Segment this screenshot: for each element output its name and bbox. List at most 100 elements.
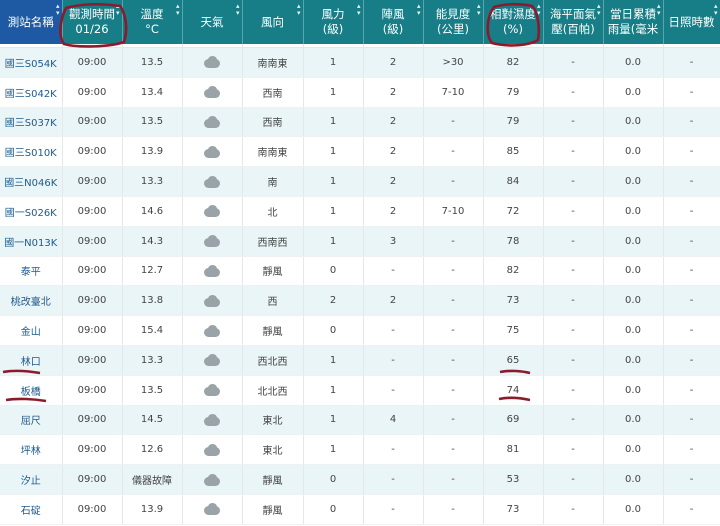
cell-humidity: 53 bbox=[483, 464, 544, 495]
cell-station[interactable]: 國一S026K bbox=[0, 196, 63, 227]
cell-station[interactable]: 國一N013K bbox=[0, 226, 63, 257]
cell-daily-rainfall: 0.0 bbox=[603, 405, 664, 436]
table-row: 國三S037K 09:00 13.5 西南 1 2-79-0.0- bbox=[0, 107, 720, 138]
cell-humidity: 82 bbox=[483, 47, 544, 78]
cell-temperature: 14.3 bbox=[122, 226, 183, 257]
cell-gust: - bbox=[363, 464, 424, 495]
cell-observation-time: 09:00 bbox=[62, 285, 123, 317]
cell-wind-direction: 靜風 bbox=[242, 315, 304, 346]
column-header-station[interactable]: 測站名稱 ▴ ▾ bbox=[0, 0, 63, 44]
cell-sea-level-pressure: - bbox=[543, 434, 604, 466]
sort-icon[interactable]: ▴ ▾ bbox=[597, 3, 601, 17]
column-header-sunshine-hours[interactable]: 日照時數 ▴ ▾ bbox=[663, 0, 720, 44]
cloud-icon bbox=[202, 443, 222, 456]
cloud-icon bbox=[202, 473, 222, 486]
cell-visibility: - bbox=[423, 464, 484, 495]
cell-station[interactable]: 屈尺 bbox=[0, 405, 63, 436]
cell-observation-time: 09:00 bbox=[62, 315, 123, 346]
sort-icon[interactable]: ▴ ▾ bbox=[357, 3, 361, 17]
sort-icon[interactable]: ▴ ▾ bbox=[116, 3, 120, 17]
column-header-temperature[interactable]: 溫度 °C ▴ ▾ bbox=[122, 0, 183, 44]
column-header-label: 海平面氣 bbox=[550, 7, 596, 21]
cell-station[interactable]: 坪林 bbox=[0, 434, 63, 466]
cell-daily-rainfall: 0.0 bbox=[603, 434, 664, 466]
cell-observation-time: 09:00 bbox=[62, 464, 123, 495]
cell-observation-time: 09:00 bbox=[62, 196, 123, 227]
sort-icon[interactable]: ▴ ▾ bbox=[657, 3, 661, 17]
column-header-label: 日照時數 bbox=[668, 14, 715, 29]
cell-observation-time: 09:00 bbox=[62, 494, 123, 525]
cell-station[interactable]: 汐止 bbox=[0, 464, 63, 495]
cell-daily-rainfall: 0.0 bbox=[603, 226, 664, 257]
sort-icon[interactable]: ▴ ▾ bbox=[176, 3, 180, 17]
table-row: 國三S010K 09:00 13.9 南南東 1 2-85-0.0- bbox=[0, 136, 720, 168]
sort-icon[interactable]: ▴ ▾ bbox=[477, 3, 481, 17]
column-header-daily-rainfall[interactable]: 當日累積 雨量(毫米 ▴ ▾ bbox=[603, 0, 664, 44]
sort-icon[interactable]: ▴ ▾ bbox=[417, 3, 421, 17]
cell-sea-level-pressure: - bbox=[543, 345, 604, 376]
cell-station[interactable]: 泰平 bbox=[0, 256, 63, 287]
cell-daily-rainfall: 0.0 bbox=[603, 47, 664, 78]
cell-wind-direction: 北 bbox=[242, 196, 304, 227]
cell-observation-time: 09:00 bbox=[62, 345, 123, 376]
table-row: 國一N013K 09:00 14.3 西南西 1 3-78-0.0- bbox=[0, 226, 720, 257]
table-row: 屈尺 09:00 14.5 東北 1 4-69-0.0- bbox=[0, 405, 720, 436]
cell-humidity: 69 bbox=[483, 405, 544, 436]
cell-visibility: - bbox=[423, 226, 484, 257]
cell-station[interactable]: 國三S042K bbox=[0, 77, 63, 108]
column-header-label: (級) bbox=[322, 22, 344, 36]
column-header-wind-force[interactable]: 風力 (級) ▴ ▾ bbox=[303, 0, 364, 44]
column-header-sea-level-pressure[interactable]: 海平面氣 壓(百帕) ▴ ▾ bbox=[543, 0, 604, 44]
column-header-humidity[interactable]: 相對濕度 (%) ▴ ▾ bbox=[483, 0, 544, 44]
cloud-icon bbox=[202, 175, 222, 188]
cell-visibility: - bbox=[423, 256, 484, 287]
cell-temperature: 13.9 bbox=[122, 494, 183, 525]
cloud-icon bbox=[202, 86, 222, 99]
cell-wind-force: 1 bbox=[303, 345, 364, 376]
cell-station[interactable]: 國三N046K bbox=[0, 166, 63, 197]
cell-sea-level-pressure: - bbox=[543, 196, 604, 227]
sort-icon[interactable]: ▴ ▾ bbox=[537, 3, 541, 17]
cloud-icon bbox=[202, 384, 222, 397]
cloud-icon bbox=[202, 56, 222, 69]
cell-temperature: 14.6 bbox=[122, 196, 183, 227]
sort-icon[interactable]: ▴ ▾ bbox=[56, 3, 60, 17]
cell-observation-time: 09:00 bbox=[62, 47, 123, 78]
column-header-visibility[interactable]: 能見度 (公里) ▴ ▾ bbox=[423, 0, 484, 44]
table-row: 石碇 09:00 13.9 靜風 0- -73-0.0- bbox=[0, 494, 720, 525]
cell-station[interactable]: 國三S037K bbox=[0, 107, 63, 138]
cell-station[interactable]: 國三S054K bbox=[0, 47, 63, 78]
cell-sunshine-hours: - bbox=[663, 226, 720, 257]
cell-humidity: 81 bbox=[483, 434, 544, 466]
cell-humidity: 72 bbox=[483, 196, 544, 227]
cell-gust: 2 bbox=[363, 196, 424, 227]
cell-wind-force: 1 bbox=[303, 107, 364, 138]
cell-gust: - bbox=[363, 494, 424, 525]
cell-sea-level-pressure: - bbox=[543, 47, 604, 78]
cell-station[interactable]: 石碇 bbox=[0, 494, 63, 525]
cell-visibility: - bbox=[423, 136, 484, 168]
cell-station[interactable]: 林口 bbox=[0, 345, 63, 376]
cell-observation-time: 09:00 bbox=[62, 136, 123, 168]
sort-icon[interactable]: ▴ ▾ bbox=[297, 3, 301, 17]
cell-weather bbox=[182, 196, 243, 227]
cell-station[interactable]: 國三S010K bbox=[0, 136, 63, 168]
cell-sunshine-hours: - bbox=[663, 196, 720, 227]
cell-gust: 2 bbox=[363, 77, 424, 108]
cell-humidity: 78 bbox=[483, 226, 544, 257]
sort-icon[interactable]: ▴ ▾ bbox=[714, 3, 718, 17]
cell-station[interactable]: 板橋 bbox=[0, 375, 63, 406]
cell-wind-direction: 西 bbox=[242, 285, 304, 317]
cell-station[interactable]: 金山 bbox=[0, 315, 63, 346]
cell-station[interactable]: 桃改臺北 bbox=[0, 285, 63, 317]
column-header-gust[interactable]: 陣風 (級) ▴ ▾ bbox=[363, 0, 424, 44]
cell-temperature: 13.5 bbox=[122, 107, 183, 138]
column-header-wind-direction[interactable]: 風向 ▴ ▾ bbox=[242, 0, 304, 44]
cell-gust: - bbox=[363, 256, 424, 287]
cell-wind-force: 1 bbox=[303, 375, 364, 406]
cell-daily-rainfall: 0.0 bbox=[603, 256, 664, 287]
column-header-weather[interactable]: 天氣 ▴ ▾ bbox=[182, 0, 243, 44]
column-header-observation-time[interactable]: 觀測時間 01/26 ▴ ▾ bbox=[62, 0, 123, 44]
cell-daily-rainfall: 0.0 bbox=[603, 196, 664, 227]
sort-icon[interactable]: ▴ ▾ bbox=[236, 3, 240, 17]
